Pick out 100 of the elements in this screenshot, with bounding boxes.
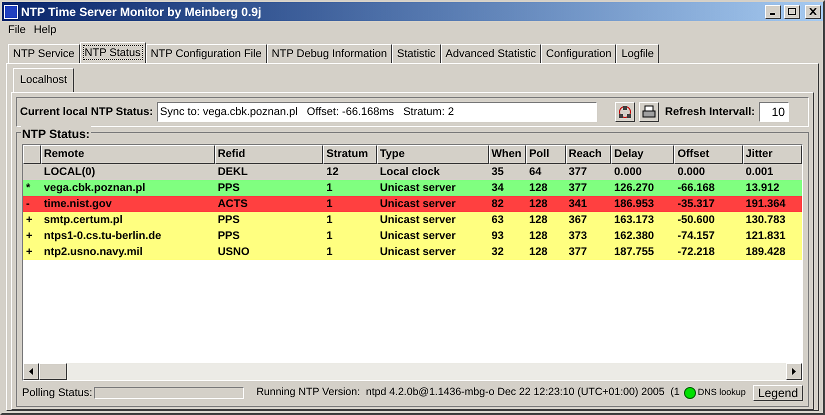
scroll-left-icon (29, 368, 33, 375)
table-cell-text: smtp.certum.pl (42, 212, 124, 228)
table-cell-text: 128 (528, 212, 548, 228)
table-cell-text: 121.831 (744, 228, 786, 244)
table-cell-text: 1 (325, 212, 334, 228)
column-header[interactable]: Remote (40, 145, 215, 164)
tab[interactable]: Statistic (392, 44, 441, 63)
table-cell-text: 126.270 (613, 180, 655, 196)
table-cell-text: Local clock (378, 164, 441, 180)
column-header[interactable]: Poll (526, 145, 566, 164)
column-header[interactable]: Stratum (323, 145, 377, 164)
table-cell-text: + (25, 212, 34, 228)
menu-item[interactable]: Help (30, 22, 60, 39)
table-cell-text: vega.cbk.poznan.pl (42, 180, 146, 196)
table-cell-text: 128 (528, 244, 548, 260)
table-cell-text: 377 (568, 164, 588, 180)
column-header[interactable]: Offset (674, 145, 743, 164)
refresh-field[interactable]: 10 (758, 102, 789, 122)
maximize-icon (788, 8, 796, 15)
table-cell-text: Unicast server (378, 228, 457, 244)
table-row[interactable]: - time.nist.gov ACTS 1 Unicast server 82 128 341 186.953 -35.317 191.364 (23, 196, 802, 212)
close-icon (809, 8, 817, 15)
column-header[interactable]: Reach (566, 145, 612, 164)
host-tab[interactable]: Localhost (13, 68, 74, 92)
legend-button[interactable]: Legend (752, 385, 803, 401)
status-label: Current local NTP Status: (20, 104, 154, 120)
column-header[interactable] (23, 145, 41, 164)
table-cell-text: 1 (325, 196, 334, 212)
table-cell-text: Unicast server (378, 180, 457, 196)
table-cell-text: 341 (568, 196, 588, 212)
tab[interactable]: NTP Status (80, 42, 146, 63)
table-cell-text: + (25, 228, 34, 244)
menu-item[interactable]: File (4, 22, 30, 39)
table-cell-text: * (25, 180, 32, 196)
table-row[interactable]: LOCAL(0) DEKL 12 Local clock 35 64 377 0.000 0.000 0.001 (23, 164, 802, 180)
table-cell-text: ntps1-0.cs.tu-berlin.de (42, 228, 162, 244)
refresh-label: Refresh Intervall: (665, 104, 755, 120)
horizontal-scrollbar[interactable] (23, 363, 802, 380)
table-cell-text: ACTS (216, 196, 249, 212)
table-cell-text: LOCAL(0) (42, 164, 96, 180)
table-cell-text: PPS (216, 212, 241, 228)
table-cell-text: -66.168 (676, 180, 716, 196)
table-cell-text: -74.157 (676, 228, 716, 244)
table-cell-text: USNO (216, 244, 250, 260)
column-header[interactable]: Type (376, 145, 488, 164)
tab[interactable]: NTP Service (8, 44, 80, 63)
table-cell-text: 162.380 (613, 228, 655, 244)
window-title: NTP Time Server Monitor by Meinberg 0.9j (21, 4, 262, 20)
table-cell-text: Unicast server (378, 244, 457, 260)
table-cell-text: 128 (528, 228, 548, 244)
table-cell-text: 128 (528, 196, 548, 212)
table-cell-text: 373 (568, 228, 588, 244)
table-row[interactable]: + ntp2.usno.navy.mil USNO 1 Unicast server 32 128 377 187.755 -72.218 189.428 (23, 244, 802, 260)
table-row[interactable]: + ntps1-0.cs.tu-berlin.de PPS 1 Unicast server 93 128 373 162.380 -74.157 121.831 (23, 228, 802, 244)
column-header[interactable]: When (488, 145, 526, 164)
table-cell-text: PPS (216, 180, 241, 196)
column-header[interactable]: Jitter (742, 145, 802, 164)
app-logo-icon (4, 4, 18, 18)
table-row[interactable]: + smtp.certum.pl PPS 1 Unicast server 63 128 367 163.173 -50.600 130.783 (23, 212, 802, 228)
tab[interactable]: Advanced Statistic (440, 44, 542, 63)
table-row[interactable]: * vega.cbk.poznan.pl PPS 1 Unicast server 34 128 377 126.270 -66.168 13.912 (23, 180, 802, 196)
table-cell-text: 1 (325, 228, 334, 244)
table-cell-text: 82 (490, 196, 505, 212)
table-cell-text: 0.000 (676, 164, 706, 180)
dns-label: DNS lookup (698, 386, 746, 400)
tab[interactable]: NTP Configuration File (146, 44, 267, 63)
table-cell-text: 1 (325, 180, 334, 196)
table-cell-text: - (25, 196, 31, 212)
tab[interactable]: Configuration (541, 44, 616, 63)
table-cell-text: ntp2.usno.navy.mil (42, 244, 144, 260)
table-cell-text: Unicast server (378, 212, 457, 228)
table-cell-text: 34 (490, 180, 505, 196)
polling-label: Polling Status: (22, 386, 92, 401)
tab[interactable]: Logfile (616, 44, 659, 63)
table-cell-text: -72.218 (676, 244, 716, 260)
maximize-button[interactable] (784, 4, 800, 18)
status-field[interactable]: Sync to: vega.cbk.poznan.pl Offset: -66.168ms Stratum: 2 (157, 102, 598, 122)
table-cell-text: 189.428 (744, 244, 786, 260)
close-button[interactable] (805, 4, 821, 18)
table-cell-text: 0.000 (613, 164, 643, 180)
minimize-button[interactable] (765, 4, 781, 18)
scroll-thumb[interactable] (39, 363, 67, 380)
table-cell-text: 35 (490, 164, 505, 180)
table-cell-text: DEKL (216, 164, 249, 180)
scroll-right-icon (792, 368, 796, 375)
table-cell-text: + (25, 244, 34, 260)
table-cell-text: 367 (568, 212, 588, 228)
table-cell-text: 128 (528, 180, 548, 196)
table-cell-text: 13.912 (744, 180, 780, 196)
tab[interactable]: NTP Debug Information (266, 44, 392, 63)
table-cell-text: 12 (325, 164, 340, 180)
column-header[interactable]: Refid (214, 145, 324, 164)
table-cell-text: time.nist.gov (42, 196, 113, 212)
printer-icon[interactable] (639, 102, 660, 122)
table-cell-text: 163.173 (613, 212, 655, 228)
table-cell-text: 130.783 (744, 212, 786, 228)
table-cell-text: 0.001 (744, 164, 774, 180)
table-cell-text: 191.364 (744, 196, 786, 212)
network-icon[interactable] (615, 102, 636, 122)
column-header[interactable]: Delay (611, 145, 674, 164)
